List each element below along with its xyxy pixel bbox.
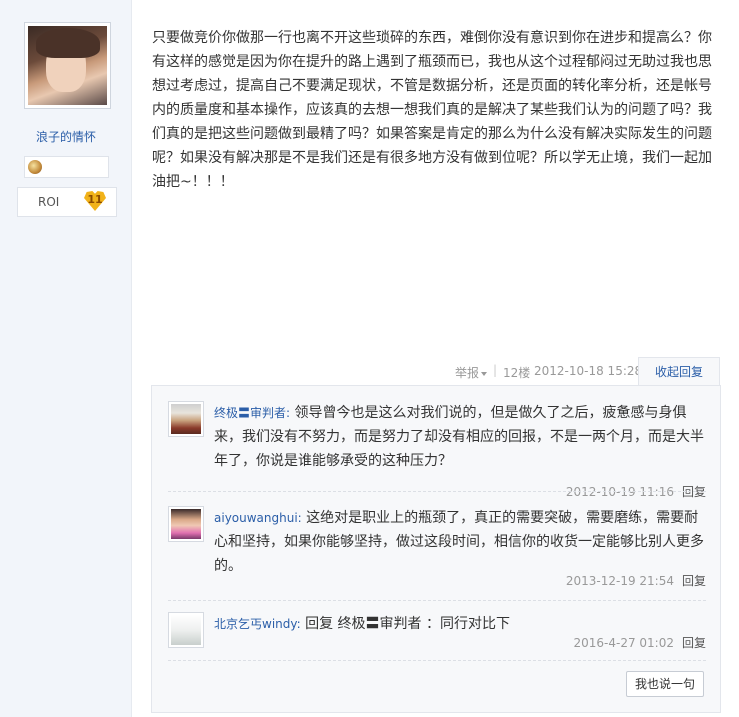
comment-reply-button[interactable]: 回复 [682, 485, 706, 499]
comment-reply-button[interactable]: 回复 [682, 574, 706, 588]
comment-avatar[interactable] [168, 612, 204, 648]
comment-time: 2012-10-19 11:16 [565, 485, 674, 499]
medal-icon[interactable] [28, 160, 42, 174]
report-button[interactable]: 举报 [455, 364, 488, 381]
comment-divider [168, 660, 706, 661]
floor-number: 12楼 [503, 366, 531, 380]
comment-item: aiyouwanghui: 这绝对是职业上的瓶颈了，真正的需要突破，需要磨练，需… [168, 506, 706, 596]
roi-label: ROI [38, 195, 60, 209]
author-sidebar: 浪子的情怀 ROI 11 [0, 0, 132, 717]
comment-time: 2016-4-27 01:02 [573, 636, 674, 650]
comment-avatar[interactable] [168, 401, 204, 437]
comment-time: 2013-12-19 21:54 [565, 574, 674, 588]
comment-avatar[interactable] [168, 506, 204, 542]
roi-box: ROI 11 [17, 187, 117, 217]
level-badge-icon[interactable]: 11 [84, 191, 106, 211]
comment-content: aiyouwanghui: 这绝对是职业上的瓶颈了，真正的需要突破，需要磨练，需… [214, 506, 706, 578]
comment-box: 终极〓审判者: 领导曾今也是这么对我们说的，但是做久了之后，疲惫感与身俱来，我们… [151, 385, 721, 713]
report-label: 举报 [455, 366, 480, 380]
medal-box [24, 156, 109, 178]
comment-item: 终极〓审判者: 领导曾今也是这么对我们说的，但是做久了之后，疲惫感与身俱来，我们… [168, 401, 706, 499]
post-meta: 举报 | 12楼 2012-10-18 15:28 收起回复 [150, 357, 720, 386]
comment-divider [168, 491, 706, 492]
comment-text: 回复 终极〓审判者 ：同行对比下 [300, 616, 511, 632]
comment-author[interactable]: aiyouwanghui: [214, 511, 302, 525]
comment-footer: 2016-4-27 01:02 回复 [573, 634, 706, 651]
author-avatar-image [28, 26, 107, 105]
collapse-replies-button[interactable]: 收起回复 [638, 357, 720, 386]
comment-author[interactable]: 终极〓审判者: [214, 406, 290, 420]
comment-avatar-image [171, 509, 201, 539]
comment-content: 终极〓审判者: 领导曾今也是这么对我们说的，但是做久了之后，疲惫感与身俱来，我们… [214, 401, 706, 473]
comment-item: 北京乞丐windy: 回复 终极〓审判者 ：同行对比下 2016-4-27 01… [168, 612, 706, 654]
comment-avatar-image [171, 615, 201, 645]
author-username[interactable]: 浪子的情怀 [0, 128, 132, 145]
comment-divider [168, 600, 706, 601]
comment-footer: 2013-12-19 21:54 回复 [566, 572, 706, 589]
say-something-button[interactable]: 我也说一句 [626, 671, 704, 697]
caret-down-icon [481, 371, 488, 376]
meta-separator: | [493, 363, 498, 377]
author-avatar[interactable] [24, 22, 111, 109]
comment-content: 北京乞丐windy: 回复 终极〓审判者 ：同行对比下 [214, 612, 706, 636]
comment-reply-button[interactable]: 回复 [682, 636, 706, 650]
post-body: 只要做竞价你做那一行也离不开这些琐碎的东西，难倒你没有意识到你在进步和提高么？你… [152, 30, 712, 190]
post-time: 2012-10-18 15:28 [534, 364, 643, 378]
comment-author[interactable]: 北京乞丐windy: [214, 617, 301, 631]
comment-avatar-image [171, 404, 201, 434]
